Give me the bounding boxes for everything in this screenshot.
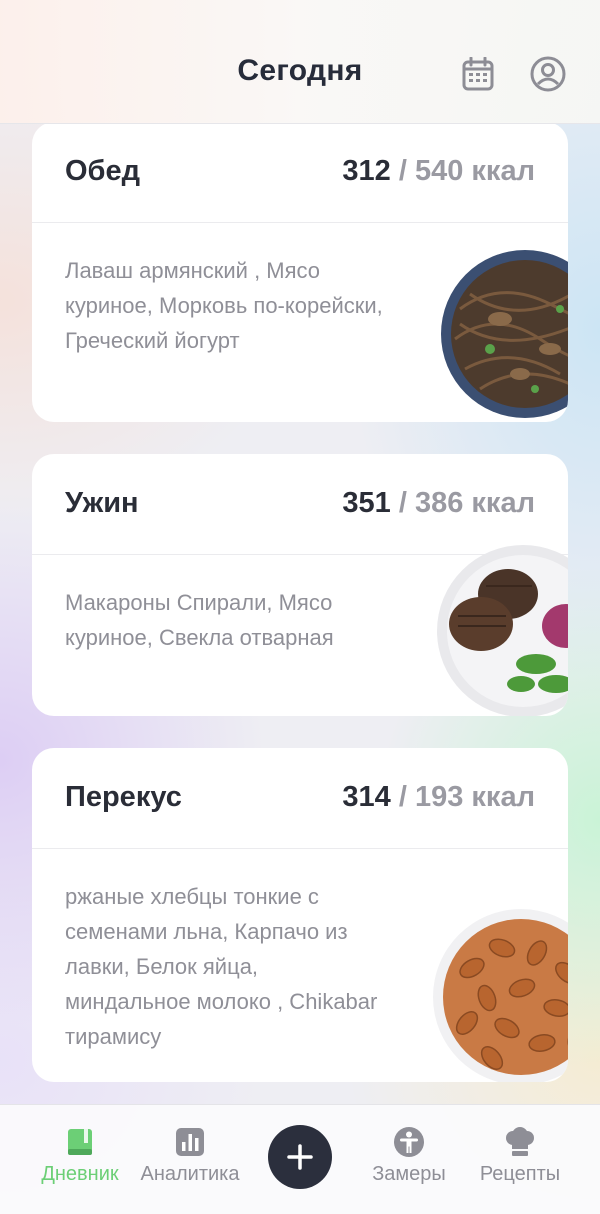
meal-card-lunch[interactable]: Обед 312 / 540 ккал Лаваш армянский , Мя… bbox=[32, 122, 568, 422]
nav-item-analytics[interactable]: Аналитика bbox=[138, 1105, 242, 1205]
nav-item-recipes[interactable]: Рецепты bbox=[472, 1105, 568, 1205]
recipes-chef-hat-icon bbox=[503, 1125, 537, 1159]
calories-eaten: 351 bbox=[342, 487, 391, 519]
meal-name: Ужин bbox=[65, 487, 139, 519]
meal-foods-list: ржаные хлебцы тонкие с семенами льна, Ка… bbox=[65, 884, 378, 1049]
meal-calories: 351 / 386 ккал bbox=[342, 487, 535, 520]
meal-name: Обед bbox=[65, 155, 141, 187]
meal-name: Перекус bbox=[65, 781, 182, 813]
noodles-dish-image bbox=[441, 250, 568, 418]
meal-card-header: Перекус 314 / 193 ккал bbox=[32, 748, 568, 849]
top-header: Сегодня bbox=[0, 0, 600, 124]
page-title: Сегодня bbox=[237, 54, 363, 87]
calories-goal: 193 ккал bbox=[414, 781, 535, 813]
nav-item-diary[interactable]: Дневник bbox=[30, 1105, 130, 1205]
measurements-person-icon bbox=[392, 1125, 426, 1159]
meal-calories: 312 / 540 ккал bbox=[342, 155, 535, 188]
calories-goal: 386 ккал bbox=[414, 487, 535, 519]
meal-card-dinner[interactable]: Ужин 351 / 386 ккал Макароны Спирали, Мя… bbox=[32, 454, 568, 716]
calories-goal: 540 ккал bbox=[414, 155, 535, 187]
nav-label: Аналитика bbox=[140, 1163, 240, 1185]
nav-label: Замеры bbox=[372, 1163, 446, 1185]
nav-label: Дневник bbox=[41, 1163, 119, 1185]
meal-card-header: Обед 312 / 540 ккал bbox=[32, 122, 568, 223]
cutlets-dish-image bbox=[437, 545, 568, 716]
calendar-icon bbox=[462, 57, 494, 91]
meal-foods-list: Лаваш армянский , Мясо куриное, Морковь … bbox=[65, 258, 383, 353]
add-button[interactable] bbox=[268, 1125, 332, 1189]
diary-book-icon bbox=[63, 1125, 97, 1159]
bottom-navigation: Дневник Аналитика Замеры Рецепты bbox=[0, 1104, 600, 1214]
calories-eaten: 314 bbox=[342, 781, 391, 813]
calories-separator: / bbox=[390, 487, 415, 519]
meal-foods-list: Макароны Спирали, Мясо куриное, Свекла о… bbox=[65, 590, 334, 650]
analytics-chart-icon bbox=[173, 1125, 207, 1159]
calories-eaten: 312 bbox=[342, 155, 391, 187]
meal-calories: 314 / 193 ккал bbox=[342, 781, 535, 814]
plus-icon bbox=[287, 1144, 313, 1170]
profile-icon bbox=[530, 56, 566, 92]
meal-card-header: Ужин 351 / 386 ккал bbox=[32, 454, 568, 555]
calendar-button[interactable] bbox=[458, 54, 498, 94]
calories-separator: / bbox=[390, 781, 415, 813]
almonds-bowl-image bbox=[433, 909, 568, 1082]
nav-item-measurements[interactable]: Замеры bbox=[362, 1105, 456, 1205]
calories-separator: / bbox=[390, 155, 415, 187]
nav-label: Рецепты bbox=[479, 1163, 561, 1185]
profile-button[interactable] bbox=[528, 54, 568, 94]
meal-card-snack[interactable]: Перекус 314 / 193 ккал ржаные хлебцы тон… bbox=[32, 748, 568, 1082]
